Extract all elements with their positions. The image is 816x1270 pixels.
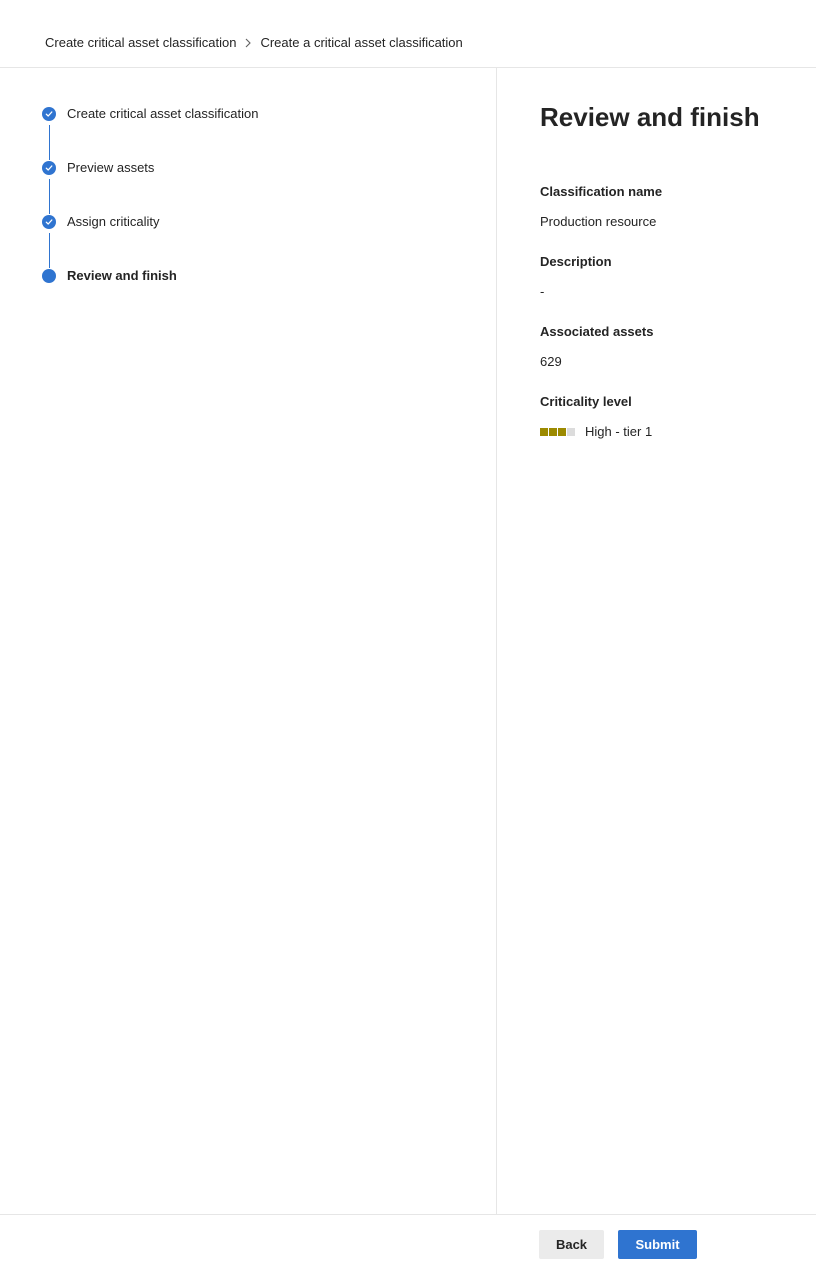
field-description: Description - [540,254,810,324]
field-value: - [540,284,545,299]
breadcrumb: Create critical asset classification Cre… [45,32,463,52]
criticality-bar [567,428,575,436]
step-assign-criticality[interactable]: Assign criticality [41,212,481,268]
panel-divider [496,68,497,1214]
field-label: Associated assets [540,324,654,339]
field-value: Production resource [540,214,657,229]
chevron-right-icon [236,35,260,49]
criticality-bar [558,428,566,436]
criticality-bar [540,428,548,436]
step-marker [41,161,57,214]
field-value: 629 [540,354,562,369]
breadcrumb-item-current: Create a critical asset classification [260,34,463,50]
wizard-stepper: Create critical asset classification Pre… [41,104,481,320]
breadcrumb-item-root[interactable]: Create critical asset classification [45,35,236,50]
step-review-and-finish: Review and finish [41,266,481,320]
step-label: Create critical asset classification [67,106,259,121]
footer-divider [0,1214,816,1215]
review-fields: Classification name Production resource … [540,184,810,464]
step-connector [49,233,50,268]
step-connector [49,125,50,160]
step-completed-circle [42,107,56,121]
field-classification-name: Classification name Production resource [540,184,810,254]
checkmark-icon [45,165,53,171]
step-completed-circle [42,215,56,229]
field-label: Description [540,254,612,269]
criticality-value: High - tier 1 [540,424,810,440]
step-create-classification[interactable]: Create critical asset classification [41,104,481,160]
step-label: Review and finish [67,268,177,283]
field-label: Criticality level [540,394,632,409]
step-current-circle [42,269,56,283]
step-preview-assets[interactable]: Preview assets [41,158,481,214]
review-panel: Review and finish Classification name Pr… [540,100,810,464]
header-divider [0,67,816,68]
field-associated-assets: Associated assets 629 [540,324,810,394]
criticality-label: High - tier 1 [585,424,653,439]
step-marker [41,107,57,160]
submit-button[interactable]: Submit [618,1230,697,1259]
page-title: Review and finish [540,102,760,132]
field-label: Classification name [540,184,663,199]
step-completed-circle [42,161,56,175]
step-connector [49,179,50,214]
step-marker [41,215,57,268]
step-label: Assign criticality [67,214,160,229]
criticality-bar [549,428,557,436]
checkmark-icon [45,111,53,117]
checkmark-icon [45,219,53,225]
criticality-level-indicator [540,428,575,436]
back-button[interactable]: Back [539,1230,604,1259]
step-marker [41,269,57,285]
step-label: Preview assets [67,160,155,175]
field-criticality-level: Criticality level High - tier 1 [540,394,810,464]
